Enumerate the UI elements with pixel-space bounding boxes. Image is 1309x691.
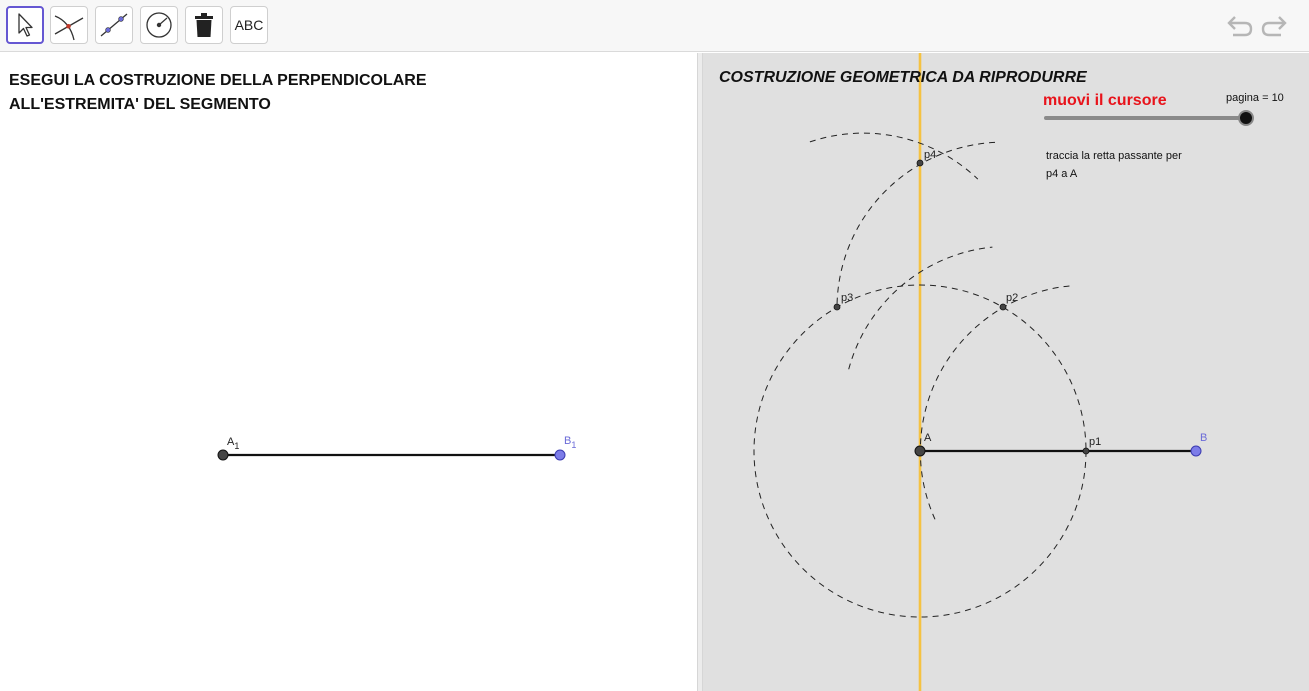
point-b-label: B bbox=[1200, 432, 1207, 444]
intersect-tool-button[interactable] bbox=[50, 6, 88, 44]
slider-value: pagina = 10 bbox=[1226, 92, 1284, 104]
point-b1-label: B1 bbox=[564, 435, 576, 450]
point-p1[interactable] bbox=[1082, 447, 1090, 455]
point-p4[interactable] bbox=[916, 159, 924, 167]
slider-knob[interactable] bbox=[1238, 110, 1254, 126]
cursor-arrow-icon bbox=[18, 13, 33, 37]
point-a[interactable] bbox=[914, 445, 926, 457]
construction-title: COSTRUZIONE GEOMETRICA DA RIPRODURRE bbox=[719, 69, 1087, 86]
compass-icon bbox=[146, 12, 172, 38]
point-b1[interactable] bbox=[554, 449, 566, 461]
intersect-icon bbox=[54, 15, 84, 41]
segment-icon bbox=[100, 13, 128, 37]
text-tool-button[interactable]: ABC bbox=[230, 6, 268, 44]
step-instruction-line-2: p4 a A bbox=[1046, 168, 1078, 180]
point-a1[interactable] bbox=[217, 449, 229, 461]
point-b[interactable] bbox=[1190, 445, 1202, 457]
undo-icon bbox=[1227, 16, 1253, 37]
point-p3[interactable] bbox=[833, 303, 841, 311]
point-a-label: A bbox=[924, 432, 932, 444]
right-construction-canvas[interactable]: A B p1 p2 p3 p4 bbox=[703, 53, 1309, 691]
undo-button[interactable] bbox=[1224, 12, 1254, 42]
delete-tool-button[interactable] bbox=[185, 6, 223, 44]
point-p2[interactable] bbox=[999, 303, 1007, 311]
slider-label: muovi il cursore bbox=[1043, 92, 1167, 109]
arc-center-p4[interactable] bbox=[836, 141, 996, 308]
redo-button[interactable] bbox=[1260, 12, 1290, 42]
right-graphics-view[interactable]: A B p1 p2 p3 p4 COSTRUZIONE GEOMETRICA D… bbox=[703, 53, 1309, 691]
compass-tool-button[interactable] bbox=[140, 6, 178, 44]
redo-icon bbox=[1261, 16, 1287, 37]
step-instruction-line-1: traccia la retta passante per bbox=[1046, 150, 1182, 162]
arc-center-p2[interactable] bbox=[809, 132, 979, 180]
arc-center-p1[interactable] bbox=[919, 285, 1072, 520]
segment-tool-button[interactable] bbox=[95, 6, 133, 44]
point-p4-label: p4 bbox=[924, 149, 936, 161]
text-tool-label: ABC bbox=[234, 17, 264, 33]
point-p2-label: p2 bbox=[1006, 292, 1018, 304]
left-graphics-view[interactable]: ESEGUI LA COSTRUZIONE DELLA PERPENDICOLA… bbox=[0, 53, 697, 691]
point-a1-label: A1 bbox=[227, 436, 239, 451]
left-construction-canvas[interactable]: A1 B1 bbox=[0, 53, 697, 691]
move-tool-button[interactable] bbox=[6, 6, 44, 44]
toolbar: ABC bbox=[0, 0, 1309, 52]
point-p3-label: p3 bbox=[841, 292, 853, 304]
trash-icon bbox=[195, 13, 213, 37]
point-p1-label: p1 bbox=[1089, 436, 1101, 448]
